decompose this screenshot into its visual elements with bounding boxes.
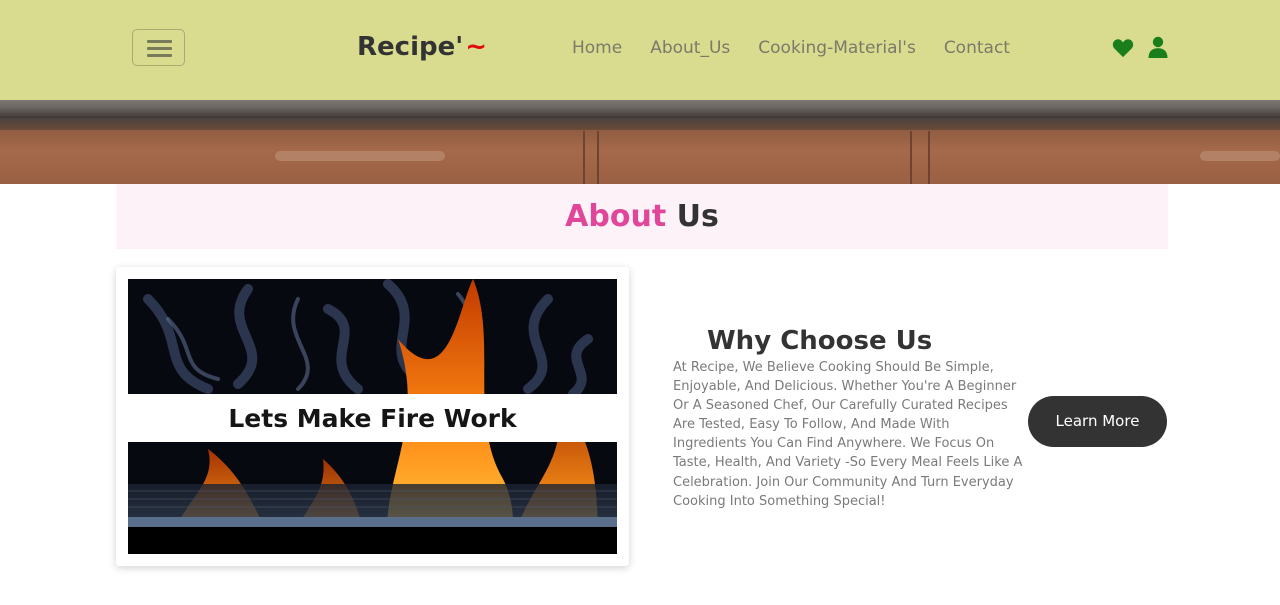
learn-more-button[interactable]: Learn More — [1028, 396, 1167, 447]
banner-cabinet-seam — [928, 131, 930, 184]
about-section-header: About Us — [116, 184, 1168, 249]
hamburger-icon-bar — [147, 54, 172, 57]
nav-link-contact[interactable]: Contact — [944, 38, 1010, 58]
hamburger-icon-bar — [147, 47, 172, 50]
brand-mark: ~ — [465, 32, 487, 62]
main-nav: Home About_Us Cooking-Material's Contact — [572, 38, 1010, 58]
hero-banner-image — [0, 100, 1280, 184]
nav-link-home[interactable]: Home — [572, 38, 622, 58]
banner-cabinet-handle — [275, 151, 445, 161]
banner-cabinet-handle — [1200, 151, 1280, 161]
feature-caption: Lets Make Fire Work — [228, 404, 517, 433]
user-icon[interactable] — [1148, 36, 1168, 58]
about-title-rest: Us — [676, 199, 719, 234]
brand-name: Recipe' — [357, 32, 464, 62]
why-choose-us-title: Why Choose Us — [707, 326, 933, 356]
banner-cabinet-seam — [583, 131, 585, 184]
feature-image-card: Lets Make Fire Work — [116, 267, 629, 566]
menu-toggle-button[interactable] — [132, 29, 185, 66]
banner-counter-edge — [0, 118, 1280, 130]
hamburger-icon-bar — [147, 40, 172, 43]
banner-cabinet-seam — [597, 131, 599, 184]
about-title-accent: About — [565, 199, 667, 234]
nav-link-about-us[interactable]: About_Us — [650, 38, 730, 58]
navbar: Recipe'~ Home About_Us Cooking-Material'… — [0, 0, 1280, 100]
nav-link-cooking-materials[interactable]: Cooking-Material's — [758, 38, 916, 58]
heart-icon[interactable] — [1112, 38, 1134, 58]
why-choose-us-text: At Recipe, We Believe Cooking Should Be … — [673, 360, 1023, 509]
about-title: About Us — [116, 184, 1168, 249]
banner-cabinet-seam — [910, 131, 912, 184]
brand-logo[interactable]: Recipe'~ — [357, 32, 487, 62]
